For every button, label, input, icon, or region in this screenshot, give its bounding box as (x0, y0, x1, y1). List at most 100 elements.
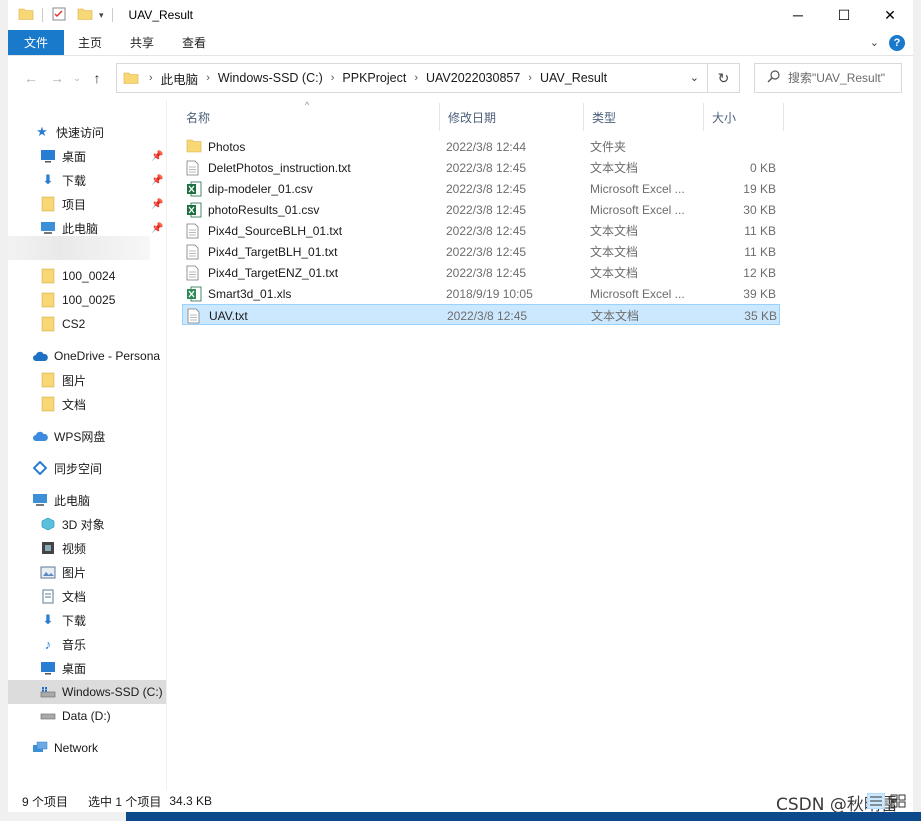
sidebar-item-3d-objects[interactable]: 3D 对象 (8, 512, 166, 536)
breadcrumb-ppkproject[interactable]: PPKProject (342, 71, 406, 85)
customize-dropdown-icon[interactable]: ▾ (99, 10, 104, 21)
file-row[interactable]: DeletPhotos_instruction.txt 2022/3/8 12:4… (182, 157, 780, 178)
breadcrumb-uav2022030857[interactable]: UAV2022030857 (426, 71, 520, 85)
background-strip (0, 812, 921, 821)
drive-icon (40, 708, 56, 724)
pin-icon[interactable]: 📌 (151, 223, 163, 234)
sidebar-item-100-0024[interactable]: 100_0024 (8, 264, 166, 288)
file-name-cell[interactable]: DeletPhotos_instruction.txt (186, 157, 442, 178)
expand-ribbon-icon[interactable]: ⌄ (870, 36, 879, 49)
sidebar-item-100-0025[interactable]: 100_0025 (8, 288, 166, 312)
file-name-cell[interactable]: UAV.txt (187, 305, 443, 326)
help-icon[interactable]: ? (889, 34, 905, 51)
file-name: UAV.txt (209, 308, 248, 323)
sidebar-item-drive-d[interactable]: Data (D:) (8, 704, 166, 728)
download-icon: ⬇ (42, 172, 54, 187)
sidebar-item-this-pc-pinned[interactable]: 此电脑 📌 (8, 216, 166, 240)
details-view-icon[interactable] (867, 793, 885, 809)
file-type: 文本文档 (590, 245, 639, 259)
search-box[interactable] (754, 63, 902, 93)
sort-up-icon: ^ (305, 100, 310, 110)
file-name: dip-modeler_01.csv (208, 181, 313, 196)
file-size: 11 KB (744, 244, 776, 259)
file-row[interactable]: Pix4d_TargetENZ_01.txt 2022/3/8 12:45 文本文档… (182, 262, 780, 283)
tab-file[interactable]: 文件 (8, 30, 64, 55)
sidebar-item-projects-pinned[interactable]: 项目 📌 (8, 192, 166, 216)
sidebar-item-desktop-pinned[interactable]: 桌面 📌 (8, 144, 166, 168)
breadcrumb-separator-icon[interactable]: › (206, 72, 210, 84)
sidebar-item-this-pc[interactable]: 此电脑 (8, 488, 166, 512)
breadcrumb-drive-c[interactable]: Windows-SSD (C:) (218, 71, 323, 85)
tab-home[interactable]: 主页 (64, 30, 116, 55)
breadcrumb-separator-icon[interactable]: › (149, 72, 153, 84)
column-header-size[interactable]: 大小 (704, 103, 784, 131)
sidebar-item-drive-c[interactable]: Windows-SSD (C:) (8, 680, 166, 704)
sidebar-item-downloads[interactable]: ⬇ 下载 (8, 608, 166, 632)
sidebar-item-onedrive[interactable]: OneDrive - Persona (8, 344, 166, 368)
column-header-type[interactable]: 类型 (584, 103, 704, 131)
sidebar-item-sync-space[interactable]: 同步空间 (8, 456, 166, 480)
column-header-modified[interactable]: 修改日期 (440, 103, 584, 131)
tab-share[interactable]: 共享 (116, 30, 168, 55)
file-name: photoResults_01.csv (208, 202, 320, 217)
pin-icon[interactable]: 📌 (151, 199, 163, 210)
recent-locations-icon[interactable]: ⌄ (70, 73, 84, 84)
address-history-dropdown-icon[interactable]: ⌄ (690, 71, 699, 84)
sidebar-item-cs2[interactable]: CS2 (8, 312, 166, 336)
sidebar-item-videos[interactable]: 视频 (8, 536, 166, 560)
file-name-cell[interactable]: photoResults_01.csv (186, 199, 442, 220)
file-row[interactable]: Photos 2022/3/8 12:44 文件夹 (182, 136, 780, 157)
sidebar-item-pictures[interactable]: 图片 (8, 560, 166, 584)
file-modified: 2022/3/8 12:45 (446, 181, 527, 196)
maximize-button[interactable]: ☐ (821, 0, 867, 30)
refresh-button[interactable]: ↻ (708, 63, 740, 93)
pin-icon[interactable]: 📌 (151, 175, 163, 186)
pane-divider[interactable] (166, 100, 167, 790)
new-folder-icon[interactable] (77, 6, 93, 25)
excel-icon (186, 202, 202, 218)
close-button[interactable]: ✕ (867, 0, 913, 30)
file-row[interactable]: Pix4d_SourceBLH_01.txt 2022/3/8 12:45 文本文档… (182, 220, 780, 241)
sidebar-item-music[interactable]: ♪ 音乐 (8, 632, 166, 656)
file-name-cell[interactable]: Photos (186, 136, 442, 157)
sidebar-item-network[interactable]: Network (8, 736, 166, 760)
music-icon: ♪ (44, 636, 52, 652)
large-icons-view-icon[interactable] (889, 793, 907, 809)
properties-icon[interactable] (51, 6, 67, 25)
tab-view[interactable]: 查看 (168, 30, 220, 55)
file-name-cell[interactable]: Pix4d_SourceBLH_01.txt (186, 220, 442, 241)
file-row[interactable]: Pix4d_TargetBLH_01.txt 2022/3/8 12:45 文本文档… (182, 241, 780, 262)
navigation-pane[interactable]: ★ 快速访问 桌面 📌 ⬇ 下载 📌 项目 📌 此电脑 📌 100_0024 1… (8, 108, 166, 788)
up-arrow-icon[interactable]: ↑ (84, 70, 110, 86)
back-arrow-icon[interactable]: ← (18, 70, 44, 86)
file-name-cell[interactable]: dip-modeler_01.csv (186, 178, 442, 199)
sidebar-item-onedrive-documents[interactable]: 文档 (8, 392, 166, 416)
sidebar-item-wps-cloud[interactable]: WPS网盘 (8, 424, 166, 448)
file-row[interactable]: photoResults_01.csv 2022/3/8 12:45 Microso… (182, 199, 780, 220)
breadcrumb-separator-icon[interactable]: › (528, 72, 532, 84)
file-type: 文本文档 (590, 161, 639, 175)
file-name-cell[interactable]: Smart3d_01.xls (186, 283, 442, 304)
file-row[interactable]: UAV.txt 2022/3/8 12:45 文本文档 35 KB (182, 304, 780, 325)
toolbar-divider (42, 8, 43, 22)
breadcrumb-separator-icon[interactable]: › (414, 72, 418, 84)
file-row[interactable]: dip-modeler_01.csv 2022/3/8 12:45 Microsof… (182, 178, 780, 199)
sidebar-item-documents[interactable]: 文档 (8, 584, 166, 608)
file-row[interactable]: Smart3d_01.xls 2018/9/19 10:05 Microsoft E… (182, 283, 780, 304)
search-input[interactable] (788, 71, 892, 85)
file-name-cell[interactable]: Pix4d_TargetBLH_01.txt (186, 241, 442, 262)
pin-icon[interactable]: 📌 (151, 151, 163, 162)
forward-arrow-icon[interactable]: → (44, 70, 70, 86)
file-name-cell[interactable]: Pix4d_TargetENZ_01.txt (186, 262, 442, 283)
sidebar-item-onedrive-pictures[interactable]: 图片 (8, 368, 166, 392)
file-modified: 2018/9/19 10:05 (446, 286, 533, 301)
sidebar-item-desktop[interactable]: 桌面 (8, 656, 166, 680)
column-header-name[interactable]: 名称 ^ (178, 100, 440, 131)
sidebar-item-downloads-pinned[interactable]: ⬇ 下载 📌 (8, 168, 166, 192)
breadcrumb-uav-result[interactable]: UAV_Result (540, 71, 607, 85)
sidebar-item-quick-access[interactable]: ★ 快速访问 (8, 120, 166, 144)
breadcrumb-separator-icon[interactable]: › (331, 72, 335, 84)
breadcrumb-this-pc[interactable]: 此电脑 (161, 69, 199, 88)
minimize-button[interactable]: ─ (775, 0, 821, 30)
address-bar[interactable]: › 此电脑 › Windows-SSD (C:) › PPKProject › … (116, 63, 708, 93)
